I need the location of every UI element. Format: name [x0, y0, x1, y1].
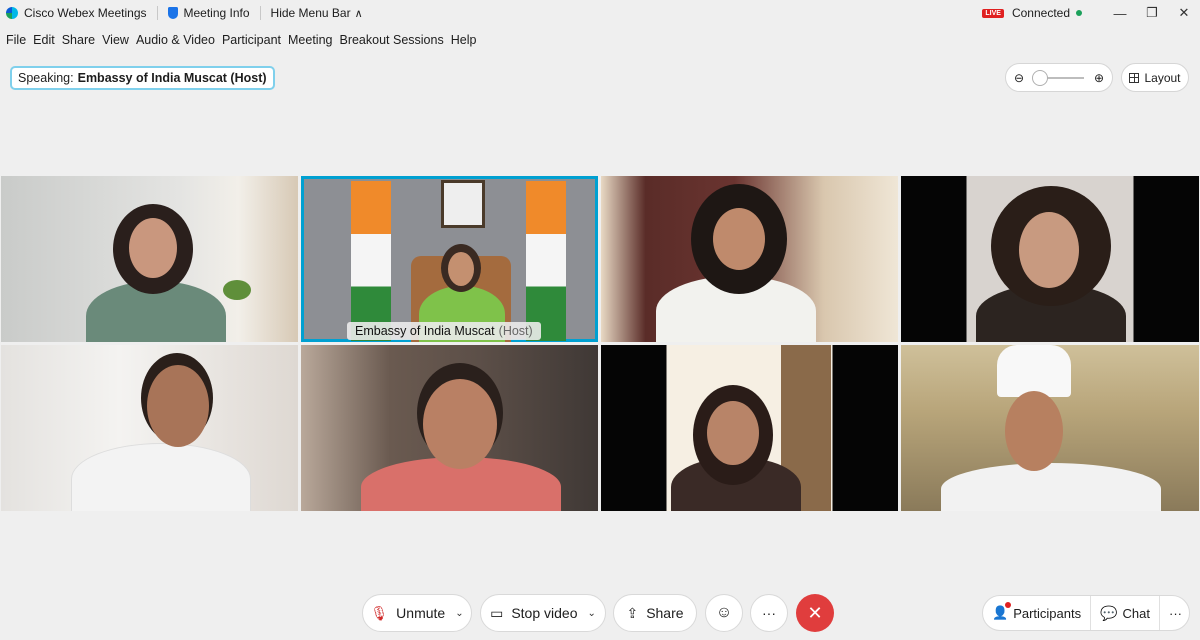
- video-tile-4[interactable]: [901, 176, 1199, 342]
- speaker-name: Embassy of India Muscat (Host): [77, 71, 267, 85]
- zoom-in-icon[interactable]: ⊕: [1094, 71, 1104, 85]
- participant-face: [448, 252, 474, 286]
- participants-button[interactable]: 👤 Participants: [983, 596, 1090, 630]
- participant-face: [1005, 391, 1063, 471]
- unmute-label: Unmute: [396, 605, 446, 621]
- unmute-button[interactable]: 🎙 Unmute ⌄: [362, 594, 472, 632]
- more-icon: ···: [762, 605, 776, 621]
- close-icon[interactable]: ✕: [1168, 5, 1200, 21]
- emblem-frame: [441, 180, 485, 228]
- menu-file[interactable]: File: [6, 33, 26, 47]
- participant-name: Embassy of India Muscat: [355, 324, 495, 338]
- connected-dot-icon: [1076, 10, 1082, 16]
- video-tile-2-active-speaker[interactable]: Embassy of India Muscat (Host): [301, 176, 598, 342]
- close-icon: ✕: [807, 602, 823, 623]
- menu-share[interactable]: Share: [62, 33, 95, 47]
- notification-dot: [1005, 602, 1012, 608]
- video-tile-1[interactable]: [1, 176, 298, 342]
- divider: [259, 6, 261, 20]
- video-camera-icon: ▭: [490, 604, 504, 621]
- maximize-icon[interactable]: ❐: [1136, 5, 1168, 21]
- meeting-info-label: Meeting Info: [183, 6, 250, 20]
- participants-label: Participants: [1013, 605, 1082, 621]
- hide-menu-bar-label: Hide Menu Bar: [270, 6, 351, 20]
- flag-left: [351, 181, 391, 341]
- share-label: Share: [646, 605, 684, 621]
- layout-button[interactable]: Layout: [1121, 63, 1189, 92]
- smiley-icon: ☺: [715, 604, 733, 621]
- minimize-icon[interactable]: —: [1104, 6, 1136, 21]
- zoom-slider[interactable]: [1032, 69, 1084, 86]
- video-tile-5[interactable]: [1, 345, 298, 511]
- title-bar: Cisco Webex Meetings Meeting Info Hide M…: [0, 0, 1200, 26]
- more-options-button[interactable]: ···: [750, 594, 788, 632]
- webex-logo-icon: [6, 7, 18, 19]
- meeting-info-button[interactable]: Meeting Info: [167, 6, 250, 20]
- share-button[interactable]: ⇪ Share: [613, 594, 697, 632]
- app-name: Cisco Webex Meetings: [24, 6, 147, 20]
- panel-controls: 👤 Participants 💬 Chat ···: [982, 595, 1190, 631]
- menu-help[interactable]: Help: [451, 33, 477, 47]
- chat-button[interactable]: 💬 Chat: [1090, 596, 1159, 630]
- chat-label: Chat: [1122, 605, 1151, 621]
- connection-status: Connected: [1011, 6, 1070, 20]
- chevron-down-icon[interactable]: ⌄: [588, 608, 596, 619]
- layout-label: Layout: [1144, 70, 1181, 85]
- stop-video-button[interactable]: ▭ Stop video ⌄: [480, 594, 606, 632]
- participant-face: [707, 401, 759, 465]
- video-tile-6[interactable]: [301, 345, 598, 511]
- zoom-out-icon[interactable]: ⊖: [1014, 71, 1024, 85]
- reactions-button[interactable]: ☺: [705, 594, 743, 632]
- menu-meeting[interactable]: Meeting: [288, 33, 332, 47]
- divider: [156, 6, 158, 20]
- hide-menu-bar-button[interactable]: Hide Menu Bar ∧: [271, 6, 363, 20]
- participant-role: (Host): [498, 324, 533, 338]
- chevron-up-icon: ∧: [354, 7, 363, 20]
- menu-bar: File Edit Share View Audio & Video Parti…: [0, 30, 476, 50]
- menu-breakout-sessions[interactable]: Breakout Sessions: [339, 33, 443, 47]
- menu-edit[interactable]: Edit: [33, 33, 55, 47]
- zoom-control: ⊖ ⊕: [1005, 63, 1113, 92]
- participant-silhouette: [71, 443, 251, 511]
- active-speaker-indicator: Speaking: Embassy of India Muscat (Host): [10, 66, 275, 90]
- stop-video-label: Stop video: [511, 605, 578, 621]
- participants-icon: 👤: [992, 602, 1012, 621]
- participant-face: [129, 218, 177, 278]
- video-tile-8[interactable]: [901, 345, 1199, 511]
- menu-audio-video[interactable]: Audio & Video: [136, 33, 215, 47]
- window-status: LIVE Connected — ❐ ✕: [982, 0, 1200, 26]
- more-icon: ···: [1169, 605, 1183, 621]
- layout-grid-icon: [1129, 72, 1140, 83]
- live-badge: LIVE: [982, 8, 1004, 18]
- participant-silhouette: [941, 463, 1161, 511]
- panel-more-button[interactable]: ···: [1159, 596, 1191, 630]
- shield-icon: [167, 7, 178, 19]
- participant-face: [1019, 212, 1079, 288]
- chat-bubble-icon: 💬: [1100, 604, 1118, 621]
- speaking-prefix: Speaking:: [18, 71, 74, 85]
- video-name-label: Embassy of India Muscat (Host): [347, 322, 541, 340]
- participant-face: [423, 379, 497, 469]
- menu-participant[interactable]: Participant: [222, 33, 281, 47]
- plant-decor: [223, 280, 251, 300]
- participant-face: [147, 365, 209, 447]
- share-icon: ⇪: [626, 604, 639, 621]
- app-title: Cisco Webex Meetings: [6, 6, 147, 20]
- zoom-slider-handle[interactable]: [1032, 69, 1048, 86]
- menu-view[interactable]: View: [102, 33, 129, 47]
- flag-right: [526, 181, 566, 341]
- microphone-muted-icon: 🎙: [370, 604, 389, 621]
- participant-face: [713, 208, 765, 270]
- chef-hat: [997, 345, 1071, 397]
- end-meeting-button[interactable]: ✕: [796, 594, 834, 632]
- video-tile-3[interactable]: [601, 176, 898, 342]
- video-tile-7[interactable]: [601, 345, 898, 511]
- chevron-down-icon[interactable]: ⌄: [455, 608, 463, 619]
